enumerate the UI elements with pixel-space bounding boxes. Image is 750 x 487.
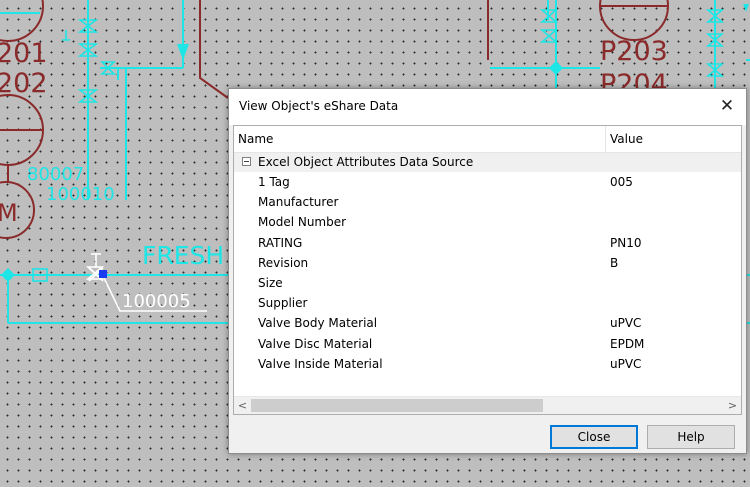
table-row[interactable]: Supplier	[234, 293, 741, 313]
column-divider[interactable]	[605, 126, 606, 152]
property-name: Supplier	[258, 296, 308, 311]
pump-circle-left-top[interactable]	[0, 0, 44, 42]
property-value: 005	[610, 175, 633, 189]
eshare-data-dialog: View Object's eShare Data ✕ Name Value E…	[228, 88, 747, 454]
line-label-100010[interactable]: 100010	[46, 184, 115, 205]
equipment-tag-201[interactable]: 201	[0, 38, 48, 69]
dialog-titlebar[interactable]: View Object's eShare Data ✕	[229, 89, 746, 125]
line-label-fresh[interactable]: FRESH	[142, 241, 224, 270]
table-row[interactable]: Valve Body Material uPVC	[234, 313, 741, 333]
property-name: Manufacturer	[258, 195, 339, 210]
dialog-title: View Object's eShare Data	[239, 99, 399, 113]
property-name: 1 Tag	[258, 175, 290, 189]
vessel-outline-left[interactable]	[199, 0, 229, 99]
equipment-tag-202[interactable]: 202	[0, 68, 48, 99]
property-grid[interactable]: Name Value Excel Object Attributes Data …	[233, 125, 742, 415]
grid-header: Name Value	[234, 126, 741, 153]
line-label-80007[interactable]: 80007	[27, 164, 84, 185]
table-row[interactable]: Manufacturer	[234, 192, 741, 212]
flow-arrow-icon-2	[743, 4, 749, 12]
equipment-tag-p203[interactable]: P203	[600, 36, 668, 67]
diamond-node-icon-right[interactable]	[549, 61, 563, 75]
flow-arrow-icon	[177, 44, 189, 60]
group-label: Excel Object Attributes Data Source	[258, 155, 474, 169]
property-value: uPVC	[610, 356, 642, 371]
property-value: uPVC	[610, 316, 642, 331]
close-icon[interactable]: ✕	[714, 95, 740, 117]
scroll-left-icon[interactable]: <	[234, 397, 251, 414]
property-rows: 1 Tag 005 Manufacturer Model Number RATIN…	[234, 172, 741, 374]
table-row[interactable]: Revision B	[234, 253, 741, 273]
table-row[interactable]: 1 Tag 005	[234, 172, 741, 192]
table-row[interactable]: Size	[234, 273, 741, 293]
collapse-minus-icon[interactable]	[242, 157, 251, 166]
table-row[interactable]: Valve Inside Material uPVC	[234, 354, 741, 374]
property-name: Size	[258, 275, 283, 290]
property-name: Valve Disc Material	[258, 336, 373, 351]
table-row[interactable]: Valve Disc Material EPDM	[234, 334, 741, 354]
column-header-value[interactable]: Value	[610, 132, 643, 146]
property-value: EPDM	[610, 336, 645, 351]
help-button[interactable]: Help	[647, 425, 735, 449]
property-name: RATING	[258, 235, 303, 250]
close-button[interactable]: Close	[550, 425, 638, 449]
property-value: B	[610, 255, 619, 270]
horizontal-scrollbar[interactable]: < >	[234, 396, 741, 414]
property-name: Revision	[258, 255, 309, 270]
property-value: PN10	[610, 235, 642, 250]
scroll-right-icon[interactable]: >	[724, 397, 741, 414]
valve-tag-label[interactable]: 100005	[122, 291, 191, 312]
group-row-data-source[interactable]: Excel Object Attributes Data Source	[234, 153, 741, 172]
scrollbar-thumb[interactable]	[251, 399, 543, 412]
property-name: Valve Inside Material	[258, 356, 383, 371]
column-header-name[interactable]: Name	[238, 132, 273, 146]
property-name: Valve Body Material	[258, 316, 378, 331]
diamond-node-icon[interactable]	[1, 268, 15, 282]
motor-label[interactable]: M	[0, 199, 18, 227]
selection-grip-icon[interactable]	[99, 270, 107, 278]
property-name: Model Number	[258, 215, 347, 230]
table-row[interactable]: Model Number	[234, 212, 741, 232]
table-row[interactable]: RATING PN10	[234, 233, 741, 253]
